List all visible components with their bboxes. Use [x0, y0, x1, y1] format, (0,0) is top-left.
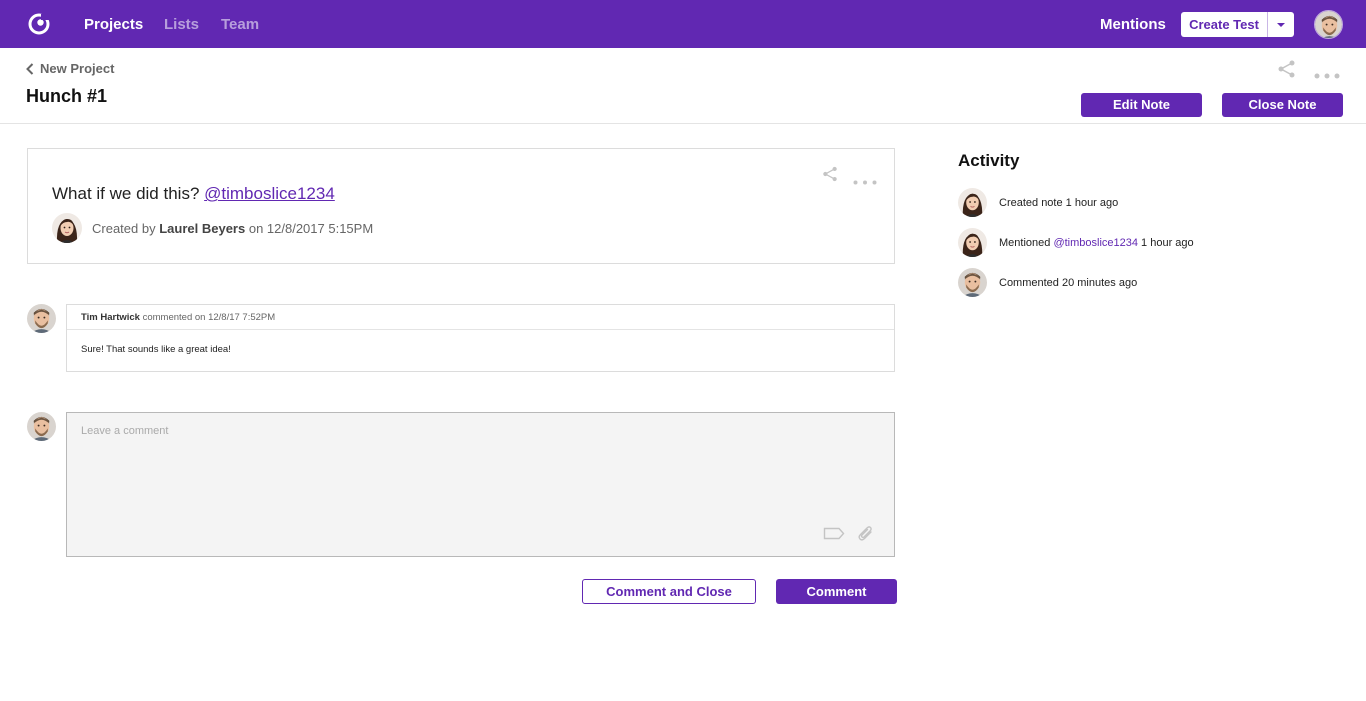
note-text: What if we did this?: [52, 184, 200, 203]
activity-text: Mentioned @timboslice1234 1 hour ago: [999, 237, 1194, 249]
share-icon[interactable]: [822, 166, 838, 187]
close-note-button[interactable]: Close Note: [1222, 93, 1343, 117]
activity-text: Created note 1 hour ago: [999, 196, 1119, 209]
chevron-down-icon: [1277, 22, 1285, 27]
logo-icon[interactable]: [27, 12, 51, 36]
paperclip-icon[interactable]: [857, 525, 875, 548]
breadcrumb-back[interactable]: New Project: [26, 61, 114, 76]
user-avatar[interactable]: [1314, 10, 1343, 39]
more-icon[interactable]: [853, 172, 877, 190]
edit-note-button[interactable]: Edit Note: [1081, 93, 1202, 117]
tag-icon[interactable]: [823, 527, 845, 545]
activity-avatar: [958, 228, 987, 257]
activity-text: Commented 20 minutes ago: [999, 276, 1138, 289]
comment-and-close-button[interactable]: Comment and Close: [582, 579, 756, 604]
note-mention-link[interactable]: @timboslice1234: [204, 184, 335, 203]
more-icon[interactable]: [1314, 66, 1340, 84]
top-nav: Projects Lists Team Mentions Create Test: [0, 0, 1366, 48]
chevron-left-icon: [26, 62, 34, 75]
nav-team[interactable]: Team: [221, 16, 259, 33]
note-meta: Created by Laurel Beyers on 12/8/2017 5:…: [92, 221, 373, 236]
comment-input[interactable]: [66, 412, 895, 557]
comment-header: Tim Hartwick commented on 12/8/17 7:52PM: [67, 305, 894, 330]
activity-avatar: [958, 268, 987, 297]
comment-body: Sure! That sounds like a great idea!: [81, 344, 231, 355]
create-test-button[interactable]: Create Test: [1181, 12, 1268, 37]
activity-title: Activity: [958, 151, 1020, 170]
share-icon[interactable]: [1277, 60, 1296, 83]
comment-item: Tim Hartwick commented on 12/8/17 7:52PM…: [66, 304, 895, 372]
breadcrumb-label: New Project: [40, 61, 115, 76]
create-test-button-group: Create Test: [1181, 12, 1294, 37]
author-avatar: [52, 213, 82, 243]
activity-item: Created note 1 hour ago: [958, 188, 1118, 217]
header-divider: [0, 123, 1366, 124]
current-user-avatar: [27, 412, 56, 441]
page-title: Hunch #1: [26, 86, 108, 106]
nav-projects[interactable]: Projects: [84, 16, 143, 33]
activity-suffix: 1 hour ago: [1141, 236, 1194, 249]
created-date: on 12/8/2017 5:15PM: [248, 221, 374, 236]
note-card: What if we did this? @timboslice1234 Cre…: [27, 148, 895, 264]
activity-prefix: Mentioned: [999, 236, 1051, 249]
activity-mention-link[interactable]: @timboslice1234: [1053, 237, 1138, 249]
comment-meta: commented on 12/8/17 7:52PM: [142, 312, 276, 323]
activity-avatar: [958, 188, 987, 217]
mentions-link[interactable]: Mentions: [1100, 16, 1166, 33]
activity-item: Mentioned @timboslice1234 1 hour ago: [958, 228, 1194, 257]
created-prefix: Created by: [92, 221, 156, 236]
create-test-dropdown[interactable]: [1268, 12, 1294, 37]
comment-avatar: [27, 304, 56, 333]
comment-button[interactable]: Comment: [776, 579, 897, 604]
comment-author[interactable]: Tim Hartwick: [81, 312, 140, 323]
activity-item: Commented 20 minutes ago: [958, 268, 1137, 297]
nav-lists[interactable]: Lists: [164, 16, 199, 33]
note-author[interactable]: Laurel Beyers: [159, 221, 245, 236]
note-title: What if we did this? @timboslice1234: [52, 184, 335, 204]
